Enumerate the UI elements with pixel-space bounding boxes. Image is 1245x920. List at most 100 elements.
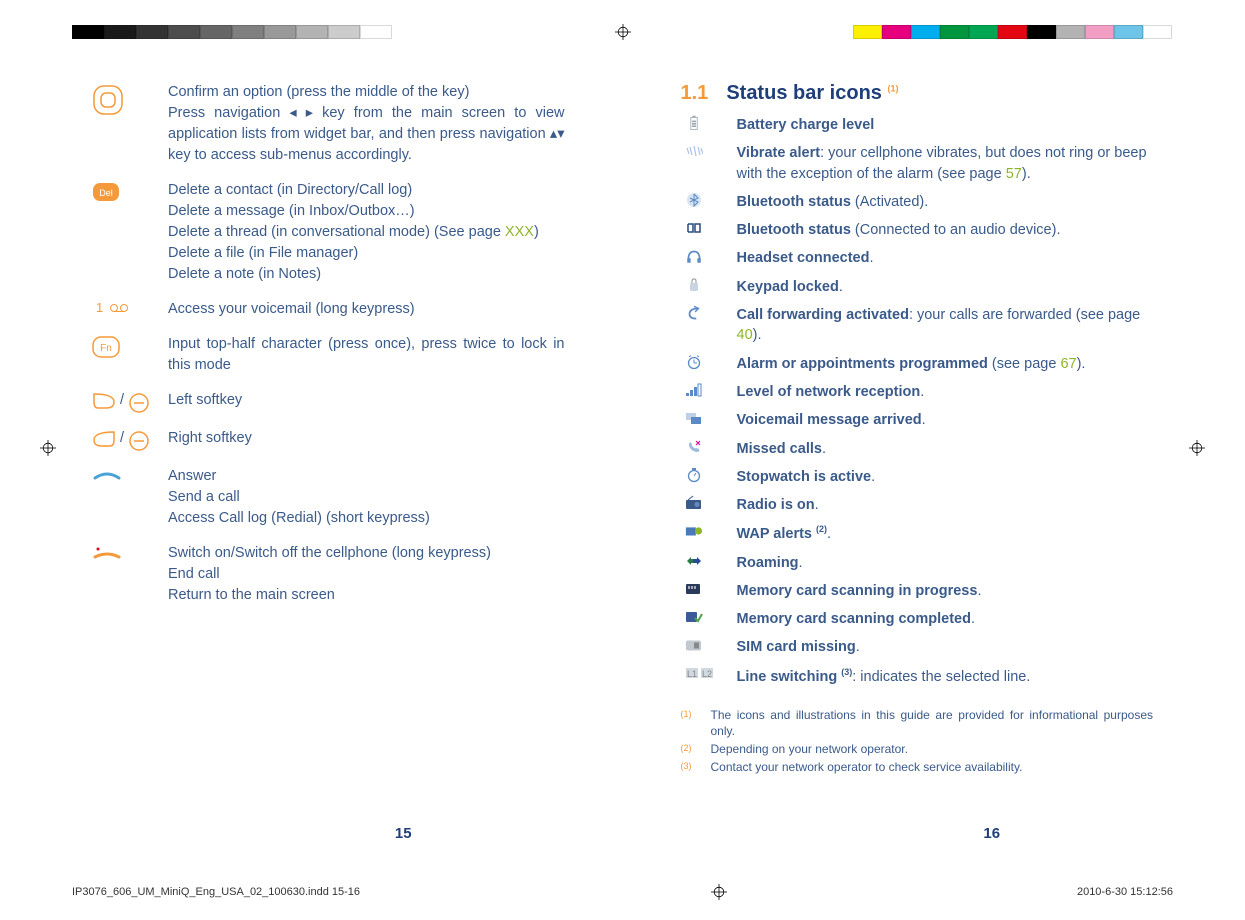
left-softkey-icon: / — [92, 390, 168, 414]
registration-mark-bottom — [711, 884, 727, 900]
footnote: (3)Contact your network operator to chec… — [681, 759, 1154, 775]
key-description: Right softkey — [168, 428, 565, 452]
key-row: 1 Access your voicemail (long keypress) — [92, 299, 565, 320]
status-row: Memory card scanning in progress. — [681, 581, 1154, 601]
status-description: Memory card scanning completed. — [737, 609, 1154, 629]
key-row: /Right softkey — [92, 428, 565, 452]
page-left: Confirm an option (press the middle of t… — [0, 82, 623, 842]
key-row: Confirm an option (press the middle of t… — [92, 82, 565, 166]
status-row: Headset connected. — [681, 248, 1154, 268]
status-description: SIM card missing. — [737, 637, 1154, 657]
status-description: Missed calls. — [737, 439, 1154, 459]
key-row: Fn Input top-half character (press once),… — [92, 334, 565, 376]
key-description: AnswerSend a callAccess Call log (Redial… — [168, 466, 565, 529]
footnote: (1)The icons and illustrations in this g… — [681, 707, 1154, 739]
right-softkey-icon: / — [92, 428, 168, 452]
status-row: Radio is on. — [681, 495, 1154, 515]
status-row: WAP alerts (2). — [681, 523, 1154, 544]
status-description: Alarm or appointments programmed (see pa… — [737, 354, 1154, 374]
status-description: Stopwatch is active. — [737, 467, 1154, 487]
headset-icon — [681, 248, 737, 264]
wap-icon — [681, 523, 737, 539]
keypad-icon — [681, 277, 737, 293]
footnote: (2)Depending on your network operator. — [681, 741, 1154, 757]
status-row: Voicemail message arrived. — [681, 410, 1154, 430]
key-description: Access your voicemail (long keypress) — [168, 299, 565, 320]
svg-text:L2: L2 — [701, 669, 711, 679]
key-description: Delete a contact (in Directory/Call log)… — [168, 180, 565, 285]
key-description: Input top-half character (press once), p… — [168, 334, 565, 376]
alarm-icon — [681, 354, 737, 370]
key-row: Del Delete a contact (in Directory/Call l… — [92, 180, 565, 285]
bt-active-icon — [681, 192, 737, 208]
status-row: Bluetooth status (Activated). — [681, 192, 1154, 212]
svg-text:Fn: Fn — [100, 343, 112, 354]
mc-done-icon — [681, 609, 737, 625]
status-description: Radio is on. — [737, 495, 1154, 515]
status-description: Voicemail message arrived. — [737, 410, 1154, 430]
key-row: Switch on/Switch off the cellphone (long… — [92, 543, 565, 606]
mc-scan-icon — [681, 581, 737, 597]
color-colorbar — [853, 25, 1173, 39]
footer-date: 2010-6-30 15:12:56 — [1077, 886, 1173, 898]
top-registration-bar — [0, 24, 1245, 40]
status-description: Headset connected. — [737, 248, 1154, 268]
status-row: Memory card scanning completed. — [681, 609, 1154, 629]
status-row: Level of network reception. — [681, 382, 1154, 402]
key-description: Switch on/Switch off the cellphone (long… — [168, 543, 565, 606]
sim-icon — [681, 637, 737, 653]
status-description: Bluetooth status (Connected to an audio … — [737, 220, 1154, 240]
status-row: SIM card missing. — [681, 637, 1154, 657]
grayscale-colorbar — [72, 25, 392, 39]
stopwatch-icon — [681, 467, 737, 483]
key-description: Confirm an option (press the middle of t… — [168, 82, 565, 166]
end-key-icon — [92, 543, 168, 606]
answer-key-icon — [92, 466, 168, 529]
svg-text:1: 1 — [96, 301, 103, 315]
footer-filename: IP3076_606_UM_MiniQ_Eng_USA_02_100630.in… — [72, 886, 360, 898]
section-number: 1.1 — [681, 82, 709, 105]
print-footer: IP3076_606_UM_MiniQ_Eng_USA_02_100630.in… — [0, 884, 1245, 900]
svg-text:Del: Del — [99, 188, 113, 198]
page-number-left: 15 — [92, 825, 715, 842]
del-key-icon: Del — [92, 180, 168, 285]
fn-key-icon: Fn — [92, 334, 168, 376]
vibrate-icon — [681, 143, 737, 159]
registration-mark-top — [615, 24, 631, 40]
page-number-right: 16 — [681, 825, 1245, 842]
vm-icon — [681, 410, 737, 426]
section-title: Status bar icons (1) — [726, 82, 898, 105]
battery-icon — [681, 115, 737, 131]
status-row: Missed calls. — [681, 439, 1154, 459]
status-description: Roaming. — [737, 553, 1154, 573]
key-description: Left softkey — [168, 390, 565, 414]
status-row: Alarm or appointments programmed (see pa… — [681, 354, 1154, 374]
section-heading: 1.1 Status bar icons (1) — [681, 82, 1154, 105]
status-row: Vibrate alert: your cellphone vibrates, … — [681, 143, 1154, 184]
status-row: Battery charge level — [681, 115, 1154, 135]
bt-audio-icon — [681, 220, 737, 236]
status-row: Keypad locked. — [681, 277, 1154, 297]
fwd-icon — [681, 305, 737, 321]
svg-text:L1: L1 — [686, 669, 696, 679]
roam-icon — [681, 553, 737, 569]
status-description: WAP alerts (2). — [737, 523, 1154, 544]
status-description: Call forwarding activated: your calls ar… — [737, 305, 1154, 346]
status-row: L1 L2 Line switching (3): indicates the se… — [681, 666, 1154, 687]
status-description: Battery charge level — [737, 115, 1154, 135]
status-row: Stopwatch is active. — [681, 467, 1154, 487]
status-description: Level of network reception. — [737, 382, 1154, 402]
voicemail-key-icon: 1 — [92, 299, 168, 320]
key-row: /Left softkey — [92, 390, 565, 414]
key-row: AnswerSend a callAccess Call log (Redial… — [92, 466, 565, 529]
status-description: Memory card scanning in progress. — [737, 581, 1154, 601]
status-row: Bluetooth status (Connected to an audio … — [681, 220, 1154, 240]
status-row: Call forwarding activated: your calls ar… — [681, 305, 1154, 346]
status-description: Line switching (3): indicates the select… — [737, 666, 1154, 687]
center-key-icon — [92, 82, 168, 166]
missed-icon — [681, 439, 737, 455]
signal-icon — [681, 382, 737, 398]
status-description: Vibrate alert: your cellphone vibrates, … — [737, 143, 1154, 184]
radio-icon — [681, 495, 737, 511]
status-description: Keypad locked. — [737, 277, 1154, 297]
